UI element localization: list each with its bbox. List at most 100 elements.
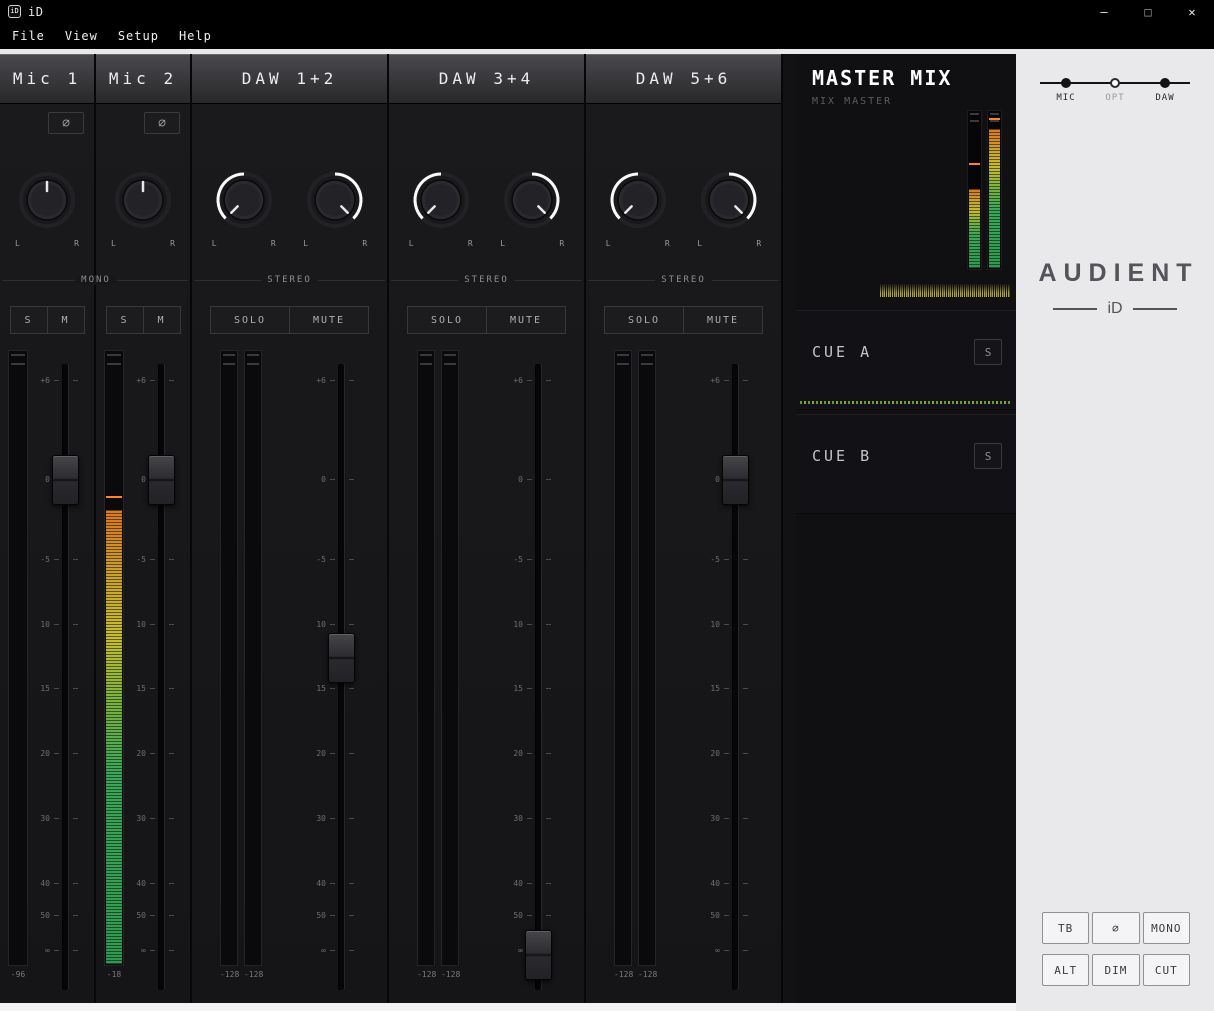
mute-button-daw-5-6[interactable]: MUTE — [683, 306, 763, 334]
solo-button-mic-2[interactable]: S — [105, 306, 144, 334]
fader-tick — [743, 688, 748, 690]
channel-mode-row: STEREO — [389, 272, 584, 288]
fader-daw-5-6[interactable]: +6 0 -5 10 15 20 30 40 50 ∞ — [696, 348, 756, 1003]
fader-handle-mic-1[interactable] — [52, 455, 79, 506]
fader-handle-daw-3-4[interactable] — [525, 930, 552, 981]
fader-tick — [150, 882, 155, 884]
fader-tick — [724, 623, 729, 625]
master-meters — [967, 110, 1002, 270]
level-meter — [638, 350, 656, 966]
phase-button-mic-1[interactable]: ∅ — [48, 112, 84, 134]
menu-setup[interactable]: Setup — [108, 23, 169, 49]
fader-scale-mark: 20 — [302, 750, 362, 758]
fader-tick — [330, 479, 335, 481]
fader-scale-label: ∞ — [45, 946, 50, 956]
maximize-button[interactable]: □ — [1126, 0, 1170, 23]
fader-tick — [54, 753, 59, 755]
fader-tick — [150, 753, 155, 755]
fader-tick — [54, 950, 59, 952]
pan-knob-right-daw-3-4[interactable]: LR — [494, 168, 570, 248]
cue-b-row[interactable]: CUE B S — [796, 414, 1016, 514]
menu-file[interactable]: File — [2, 23, 55, 49]
title-bar: iD iD — □ ✕ — [0, 0, 1214, 23]
fader-scale-mark: 10 — [302, 620, 362, 629]
mute-button-mic-2[interactable]: M — [142, 306, 181, 334]
channel-header-mic-2: Mic 2 — [96, 54, 190, 104]
menu-help[interactable]: Help — [169, 23, 222, 49]
pan-knob-left-daw-5-6[interactable]: LR — [600, 168, 676, 248]
fader-scale-mark: -5 — [26, 556, 86, 564]
fader-handle-daw-1-2[interactable] — [328, 633, 355, 684]
cue-a-solo-button[interactable]: S — [974, 339, 1002, 365]
fader-tick — [330, 688, 335, 690]
fader-tick — [349, 379, 354, 381]
io-dot-daw[interactable] — [1160, 78, 1170, 88]
monitor-mono-button[interactable]: MONO — [1142, 912, 1190, 944]
brand-name: AUDIENT — [1038, 259, 1199, 287]
fader-handle-daw-5-6[interactable] — [722, 455, 749, 506]
fader-handle-mic-2[interactable] — [148, 455, 175, 506]
cue-b-solo-button[interactable]: S — [974, 443, 1002, 469]
fader-scale-mark: +6 — [499, 376, 559, 385]
monitor-phase-button[interactable]: ∅ — [1092, 912, 1140, 944]
fader-scale-mark: 40 — [26, 879, 86, 888]
fader-mic-2[interactable]: +6 0 -5 10 15 20 30 40 50 ∞ — [122, 348, 182, 1003]
fader-scale-label: -5 — [316, 555, 326, 565]
fader-daw-1-2[interactable]: +6 0 -5 10 15 20 30 40 50 ∞ — [302, 348, 362, 1003]
meter-readout: -96 — [10, 970, 26, 979]
solo-button-daw-1-2[interactable]: SOLO — [210, 306, 290, 334]
meter-readout: -128 — [441, 970, 461, 979]
monitor-alt-button[interactable]: ALT — [1042, 954, 1090, 986]
phase-button-mic-2[interactable]: ∅ — [144, 112, 180, 134]
pan-knob-right-daw-1-2[interactable]: LR — [297, 168, 373, 248]
fader-mic-1[interactable]: +6 0 -5 10 15 20 30 40 50 ∞ — [26, 348, 86, 1003]
fader-tick — [743, 753, 748, 755]
pan-label-right: R — [756, 239, 762, 248]
fader-tick — [546, 915, 551, 917]
solo-button-mic-1[interactable]: S — [9, 306, 48, 334]
solo-button-daw-3-4[interactable]: SOLO — [407, 306, 487, 334]
monitor-dim-button[interactable]: DIM — [1092, 954, 1140, 986]
pan-label-right: R — [270, 239, 276, 248]
fader-scale-mark: 10 — [122, 620, 182, 629]
pan-knob-mic-2[interactable]: LR — [105, 168, 181, 248]
master-subtitle: MIX MASTER — [812, 96, 893, 107]
mute-button-mic-1[interactable]: M — [46, 306, 85, 334]
fader-tick — [349, 753, 354, 755]
fader-tick — [73, 950, 78, 952]
fader-scale-mark: 0 — [302, 476, 362, 484]
meter-fill — [106, 509, 122, 965]
monitor-cut-button[interactable]: CUT — [1142, 954, 1190, 986]
phase-row: ∅ — [0, 104, 94, 138]
fader-scale-label: 30 — [710, 813, 720, 823]
io-dot-mic[interactable] — [1061, 78, 1071, 88]
pan-knob-row: LRLR — [389, 168, 584, 248]
monitor-tb-button[interactable]: TB — [1042, 912, 1090, 944]
knob-graphic — [504, 172, 561, 228]
fader-scale-mark: +6 — [26, 376, 86, 385]
channel-mode-row — [96, 272, 190, 288]
meter-readout: -18 — [106, 970, 122, 979]
meter-fill — [969, 189, 980, 268]
fader-scale-mark: 20 — [499, 750, 559, 758]
io-dot-opt[interactable] — [1110, 78, 1120, 88]
knob-graphic — [307, 172, 364, 228]
cue-a-row[interactable]: CUE A S — [796, 310, 1016, 410]
fader-tick — [546, 753, 551, 755]
solo-button-daw-5-6[interactable]: SOLO — [604, 306, 684, 334]
knob-graphic — [412, 172, 469, 228]
pan-knob-left-daw-1-2[interactable]: LR — [206, 168, 282, 248]
fader-daw-3-4[interactable]: +6 0 -5 10 15 20 30 40 50 ∞ — [499, 348, 559, 1003]
menu-view[interactable]: View — [55, 23, 108, 49]
fader-scale-mark: ∞ — [26, 947, 86, 955]
mute-button-daw-3-4[interactable]: MUTE — [486, 306, 566, 334]
close-button[interactable]: ✕ — [1170, 0, 1214, 23]
meter-fader-area: -128 -128 +6 0 -5 10 15 20 30 40 50 ∞ — [389, 348, 584, 1003]
pan-knob-left-daw-3-4[interactable]: LR — [403, 168, 479, 248]
mute-button-daw-1-2[interactable]: MUTE — [289, 306, 369, 334]
fader-scale-mark: 15 — [302, 685, 362, 693]
phase-row: ∅ — [96, 104, 190, 138]
minimize-button[interactable]: — — [1082, 0, 1126, 23]
pan-knob-mic-1[interactable]: LR — [9, 168, 85, 248]
pan-knob-right-daw-5-6[interactable]: LR — [691, 168, 767, 248]
